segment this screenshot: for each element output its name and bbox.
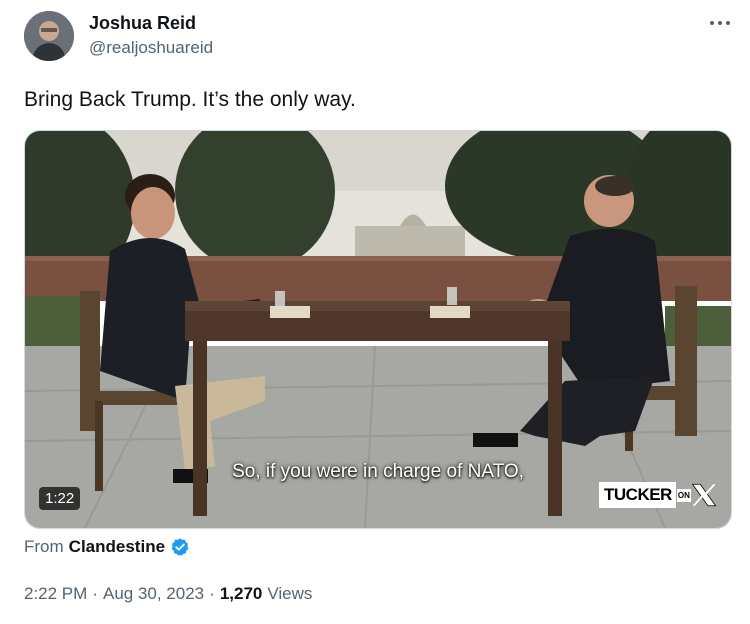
verified-badge-icon [171, 538, 189, 556]
more-button[interactable] [700, 10, 740, 36]
author-handle[interactable]: @realjoshuareid [89, 38, 213, 58]
separator: · [209, 584, 215, 603]
logo-word: TUCKER [599, 482, 676, 508]
tucker-on-x-logo: TUCKER ON [599, 479, 717, 511]
author-name[interactable]: Joshua Reid [89, 13, 196, 34]
tweet-date[interactable]: Aug 30, 2023 [103, 584, 204, 604]
video-duration: 1:22 [39, 487, 81, 510]
source-name-link[interactable]: Clandestine [69, 537, 165, 557]
source-prefix: From [24, 537, 64, 556]
logo-on: ON [676, 488, 691, 502]
x-logo-icon [691, 483, 717, 507]
views-label: Views [267, 584, 313, 603]
more-horizontal-icon [710, 21, 730, 25]
tweet-time[interactable]: 2:22 PM [24, 584, 87, 604]
video-player[interactable]: So, if you were in charge of NATO, 1:22 … [24, 130, 732, 529]
avatar[interactable] [24, 11, 74, 61]
views-count: 1,270 [219, 584, 263, 603]
tweet-metadata: 2:22 PM · Aug 30, 2023 · 1,270 Views [24, 584, 312, 604]
tweet-text: Bring Back Trump. It’s the only way. [24, 88, 356, 111]
separator: · [92, 584, 98, 603]
tweet-card: Joshua Reid @realjoshuareid Bring Back T… [0, 0, 750, 624]
video-source: From Clandestine [24, 537, 190, 557]
